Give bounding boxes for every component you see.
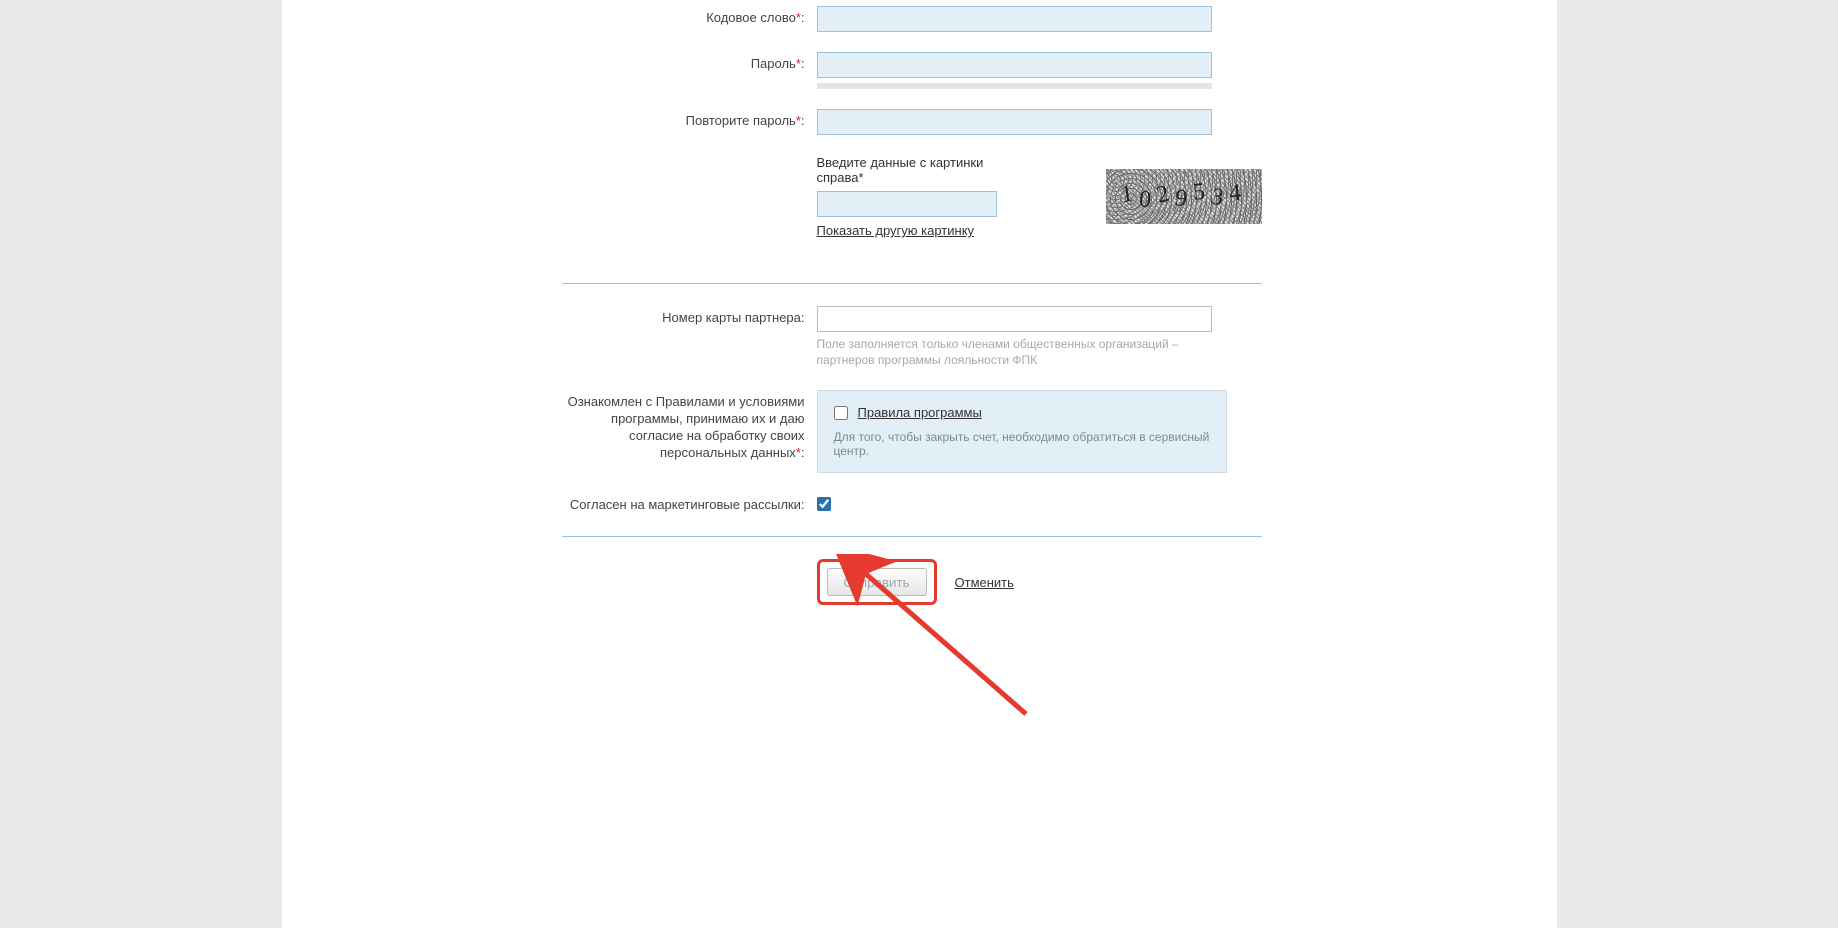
partner-card-input[interactable] [817, 306, 1212, 332]
program-rules-link[interactable]: Правила программы [858, 405, 982, 420]
annotation-highlight: Отправить [817, 559, 937, 605]
consent-checkbox[interactable] [834, 406, 848, 420]
password-repeat-label: Повторите пароль*: [562, 109, 817, 130]
divider [562, 283, 1262, 284]
divider [562, 536, 1262, 537]
captcha-image: 1029534 [1106, 169, 1262, 224]
marketing-label: Согласен на маркетинговые рассылки: [562, 493, 817, 514]
captcha-title: Введите данные с картинки справа* [817, 155, 1028, 185]
partner-card-hint: Поле заполняется только членами обществе… [817, 336, 1212, 368]
consent-label: Ознакомлен с Правилами и условиями прогр… [562, 390, 817, 462]
password-strength-bar [817, 83, 1212, 89]
partner-card-label: Номер карты партнера: [562, 306, 817, 327]
consent-note: Для того, чтобы закрыть счет, необходимо… [834, 430, 1210, 458]
codeword-input[interactable] [817, 6, 1212, 32]
consent-box: Правила программы Для того, чтобы закрыт… [817, 390, 1227, 473]
password-label: Пароль*: [562, 52, 817, 73]
cancel-link[interactable]: Отменить [955, 575, 1014, 590]
captcha-input[interactable] [817, 191, 997, 217]
password-input[interactable] [817, 52, 1212, 78]
required-asterisk: * [859, 170, 864, 185]
marketing-checkbox[interactable] [817, 497, 831, 511]
codeword-label: Кодовое слово*: [562, 6, 817, 27]
submit-button[interactable]: Отправить [827, 568, 927, 596]
captcha-refresh-link[interactable]: Показать другую картинку [817, 223, 975, 238]
password-repeat-input[interactable] [817, 109, 1212, 135]
